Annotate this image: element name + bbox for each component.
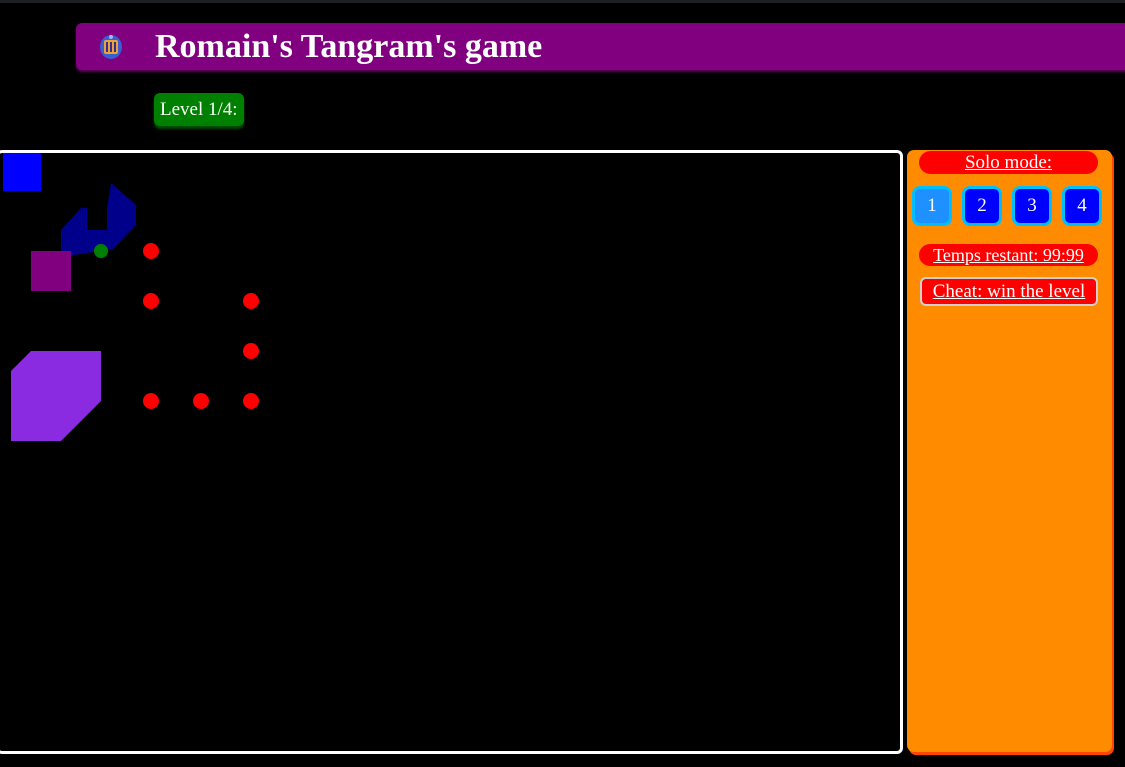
target-point[interactable] xyxy=(143,243,159,259)
cheat-win-level-button[interactable]: Cheat: win the level xyxy=(920,277,1098,306)
target-point[interactable] xyxy=(243,293,259,309)
purple-square-piece[interactable] xyxy=(31,251,71,291)
anchor-point[interactable] xyxy=(94,244,108,258)
time-remaining-display: Temps restant: 99:99 xyxy=(919,244,1098,266)
level-indicator: Level 1/4: xyxy=(154,93,244,126)
target-point[interactable] xyxy=(143,293,159,309)
level-button-3[interactable]: 3 xyxy=(1015,189,1049,223)
blue-square-piece[interactable] xyxy=(3,153,41,191)
board-canvas[interactable] xyxy=(0,153,900,751)
window-top-strip xyxy=(0,0,1125,3)
target-point[interactable] xyxy=(243,393,259,409)
tangram-logo-icon xyxy=(100,35,122,59)
game-board[interactable] xyxy=(0,150,903,754)
level-button-1[interactable]: 1 xyxy=(915,189,949,223)
target-point[interactable] xyxy=(243,343,259,359)
title-bar: Romain's Tangram's game xyxy=(76,23,1125,70)
violet-octagon-piece[interactable] xyxy=(11,351,101,441)
target-points xyxy=(143,243,259,409)
solo-mode-button[interactable]: Solo mode: xyxy=(919,151,1098,174)
control-panel: Solo mode: 1 2 3 4 Temps restant: 99:99 … xyxy=(907,150,1112,752)
target-point[interactable] xyxy=(193,393,209,409)
target-point[interactable] xyxy=(143,393,159,409)
level-button-4[interactable]: 4 xyxy=(1065,189,1099,223)
page-title: Romain's Tangram's game xyxy=(155,28,543,65)
level-button-2[interactable]: 2 xyxy=(965,189,999,223)
